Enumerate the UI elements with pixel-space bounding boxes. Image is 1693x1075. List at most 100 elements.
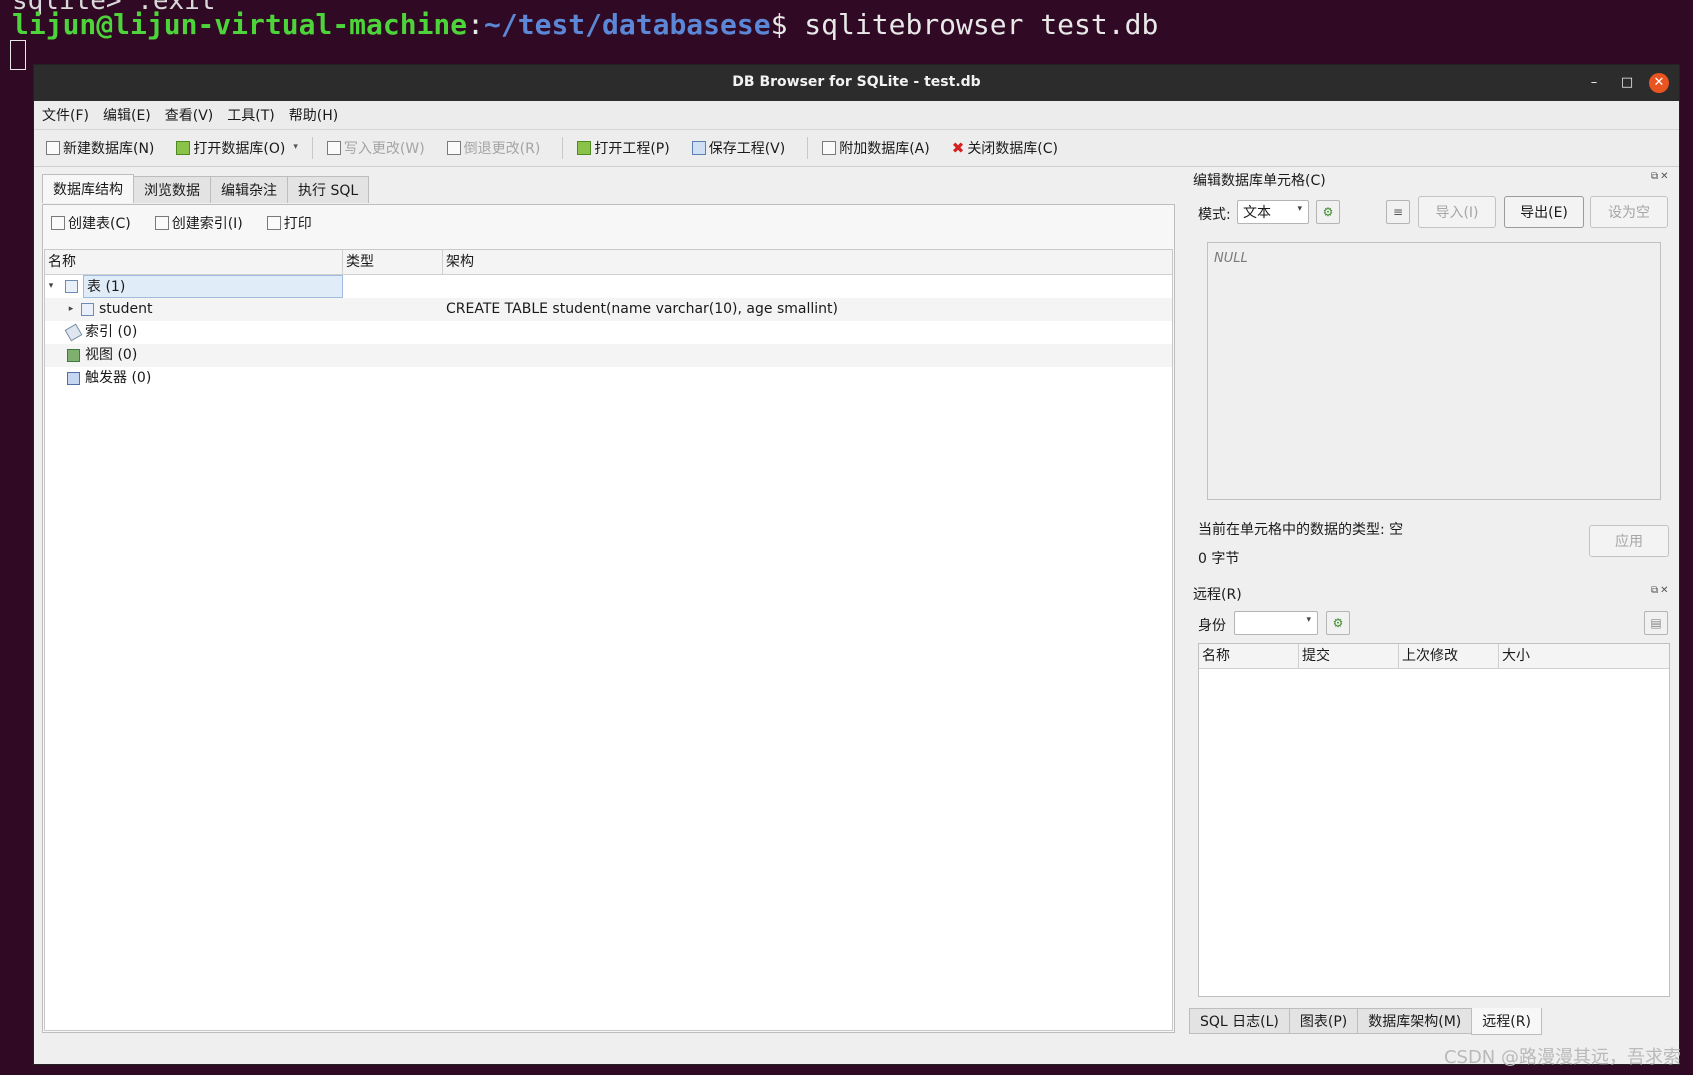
watermark: CSDN @路漫漫其远，吾求索 — [1443, 1047, 1681, 1068]
table-icon — [81, 303, 94, 316]
tab-database-structure[interactable]: 数据库结构 — [42, 174, 134, 203]
terminal-prompt: $ — [770, 8, 788, 41]
identity-settings-button[interactable]: ⚙ — [1326, 611, 1350, 635]
tab-sql-log[interactable]: SQL 日志(L) — [1189, 1008, 1290, 1034]
remote-column-size[interactable]: 大小 — [1499, 644, 1669, 668]
auto-switch-mode-button[interactable]: ⚙ — [1316, 200, 1340, 224]
tree-row-schema — [443, 321, 1172, 344]
main-tabs: 数据库结构 浏览数据 编辑杂注 执行 SQL — [42, 174, 370, 204]
menu-edit[interactable]: 编辑(E) — [103, 105, 151, 125]
print-label: 打印 — [283, 216, 312, 232]
write-changes-button[interactable]: 写入更改(W) — [326, 138, 425, 158]
tab-edit-pragmas[interactable]: 编辑杂注 — [210, 176, 288, 203]
save-project-label: 保存工程(V) — [708, 141, 786, 157]
close-database-button[interactable]: ✖ 关闭数据库(C) — [952, 138, 1058, 158]
menu-file[interactable]: 文件(F) — [42, 105, 89, 125]
open-database-label: 打开数据库(O) — [193, 141, 286, 157]
menu-tools[interactable]: 工具(T) — [227, 105, 274, 125]
remote-column-name[interactable]: 名称 — [1199, 644, 1299, 668]
tree-row-schema: CREATE TABLE student(name varchar(10), a… — [446, 301, 838, 317]
terminal-command: sqlitebrowser test.db — [787, 8, 1159, 41]
word-wrap-button[interactable]: ≡ — [1386, 200, 1410, 224]
open-project-button[interactable]: 打开工程(P) — [577, 138, 670, 158]
expand-arrow-icon[interactable]: ▸ — [65, 298, 77, 321]
column-header-name[interactable]: 名称 — [45, 250, 343, 274]
tab-remote[interactable]: 远程(R) — [1471, 1008, 1542, 1035]
table-icon — [65, 280, 78, 293]
title-bar[interactable]: DB Browser for SQLite - test.db – □ ✕ — [34, 65, 1679, 101]
column-header-schema[interactable]: 架构 — [443, 250, 1172, 274]
collapse-arrow-icon[interactable]: ▾ — [45, 275, 57, 298]
tab-execute-sql[interactable]: 执行 SQL — [287, 176, 370, 203]
tree-row-views[interactable]: 视图 (0) — [45, 344, 1172, 367]
menu-bar: 文件(F) 编辑(E) 查看(V) 工具(T) 帮助(H) — [34, 101, 1679, 130]
tree-row-type — [343, 344, 443, 367]
remote-action-button[interactable]: ▤ — [1644, 611, 1668, 635]
close-button[interactable]: ✕ — [1649, 73, 1669, 93]
remote-column-commit[interactable]: 提交 — [1299, 644, 1399, 668]
cell-editor-value: NULL — [1214, 251, 1248, 266]
terminal-colon: : — [467, 8, 485, 41]
maximize-button[interactable]: □ — [1617, 73, 1637, 93]
minimize-button[interactable]: – — [1584, 73, 1604, 93]
remote-dock-buttons[interactable]: ⧉✕ — [1651, 585, 1671, 596]
mode-select-value: 文本 — [1243, 205, 1271, 221]
terminal-user-host: lijun@lijun-virtual-machine — [12, 8, 468, 41]
create-table-button[interactable]: 创建表(C) — [51, 213, 131, 233]
cell-size-info: 0 字节 — [1198, 551, 1240, 567]
menu-help[interactable]: 帮助(H) — [289, 105, 338, 125]
tree-row-student[interactable]: ▸ student CREATE TABLE student(name varch… — [45, 298, 1172, 321]
new-database-button[interactable]: 新建数据库(N) — [46, 138, 154, 158]
structure-toolbar: 创建表(C) 创建索引(I) 打印 — [43, 205, 1174, 241]
save-project-button[interactable]: 保存工程(V) — [691, 138, 786, 158]
export-button[interactable]: 导出(E) — [1504, 196, 1584, 228]
tab-db-schema[interactable]: 数据库架构(M) — [1357, 1008, 1473, 1034]
cell-editor[interactable]: NULL — [1207, 242, 1661, 500]
tree-row-indexes[interactable]: 索引 (0) — [45, 321, 1172, 344]
remote-table[interactable]: 名称 提交 上次修改 大小 — [1198, 643, 1670, 997]
schema-tree-header: 名称 类型 架构 — [45, 250, 1172, 275]
import-button[interactable]: 导入(I) — [1418, 196, 1496, 228]
tab-plot[interactable]: 图表(P) — [1288, 1008, 1359, 1034]
identity-select[interactable]: ▾ — [1234, 611, 1318, 635]
mode-select[interactable]: 文本 ▾ — [1237, 200, 1309, 224]
column-header-type[interactable]: 类型 — [343, 250, 443, 274]
tree-row-tables[interactable]: ▾ 表 (1) — [45, 275, 1172, 298]
view-icon — [67, 349, 80, 362]
edit-cell-dock-title: 编辑数据库单元格(C) — [1193, 173, 1326, 189]
tab-browse-data[interactable]: 浏览数据 — [133, 176, 211, 203]
open-database-icon — [176, 141, 191, 155]
mode-label: 模式: — [1198, 207, 1231, 223]
create-index-button[interactable]: 创建索引(I) — [154, 213, 243, 233]
toolbar-separator — [311, 137, 313, 159]
close-database-icon: ✖ — [951, 139, 965, 157]
tree-row-label: 触发器 (0) — [85, 370, 152, 386]
set-null-button[interactable]: 设为空 — [1590, 196, 1668, 228]
remote-table-header: 名称 提交 上次修改 大小 — [1199, 644, 1669, 669]
tree-row-triggers[interactable]: 触发器 (0) — [45, 367, 1172, 390]
main-toolbar: 新建数据库(N) 打开数据库(O) ▾ 写入更改(W) 倒退更改(R) 打开工程… — [34, 130, 1679, 167]
terminal-cursor — [10, 40, 26, 70]
revert-changes-label: 倒退更改(R) — [463, 141, 541, 157]
tree-row-label: 索引 (0) — [85, 324, 138, 340]
remote-dock-title: 远程(R) — [1193, 587, 1242, 603]
terminal-prompt-line: lijun@lijun-virtual-machine:~/test/datab… — [12, 8, 1158, 41]
new-database-icon — [46, 141, 60, 155]
menu-view[interactable]: 查看(V) — [165, 105, 214, 125]
open-database-button[interactable]: 打开数据库(O) — [176, 138, 285, 158]
open-project-label: 打开工程(P) — [594, 141, 670, 157]
tree-row-schema — [443, 344, 1172, 367]
schema-tree[interactable]: 名称 类型 架构 ▾ 表 (1) ▸ student CREATE TABLE st… — [44, 249, 1173, 1031]
open-database-dropdown-icon[interactable]: ▾ — [293, 142, 298, 152]
toolbar-separator — [807, 137, 809, 159]
apply-button[interactable]: 应用 — [1589, 525, 1669, 557]
revert-changes-button[interactable]: 倒退更改(R) — [446, 138, 541, 158]
edit-cell-dock-buttons[interactable]: ⧉✕ — [1651, 171, 1671, 182]
toolbar-separator — [562, 137, 564, 159]
terminal-path: ~/test/databasese — [484, 8, 771, 41]
attach-database-button[interactable]: 附加数据库(A) — [822, 138, 930, 158]
remote-column-last-modified[interactable]: 上次修改 — [1399, 644, 1499, 668]
attach-database-icon — [822, 141, 837, 155]
write-changes-label: 写入更改(W) — [343, 141, 425, 157]
print-button[interactable]: 打印 — [266, 213, 312, 233]
